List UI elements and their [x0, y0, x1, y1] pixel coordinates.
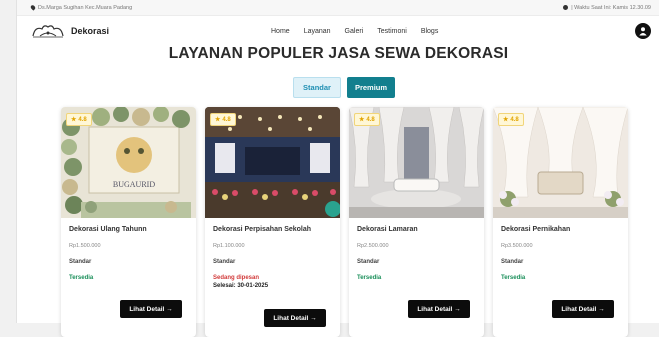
info-topbar: Ds.Marga Sugihan Kec.Muara Padang | Wakt…	[17, 0, 659, 16]
tab-standar[interactable]: Standar	[293, 77, 341, 98]
card-price: Rp3.500.000	[501, 243, 533, 249]
brand-name: Dekorasi	[71, 26, 110, 36]
page-frame: Ds.Marga Sugihan Kec.Muara Padang | Wakt…	[16, 0, 659, 337]
rating-value: 4.8	[222, 116, 231, 123]
location-info: Ds.Marga Sugihan Kec.Muara Padang	[29, 4, 133, 11]
user-icon	[639, 27, 647, 36]
rating-value: 4.8	[510, 116, 519, 123]
rating-badge: ★ 4.8	[498, 113, 524, 126]
brand-logo[interactable]: Dekorasi	[31, 23, 109, 39]
card-title: Dekorasi Lamaran	[357, 226, 418, 233]
time-text: | Waktu Saat Ini: Kamis 12.30.09	[571, 4, 651, 11]
rating-badge: ★ 4.8	[210, 113, 236, 126]
card-package-type: Standar	[501, 259, 524, 265]
package-tabs: Standar Premium	[293, 77, 395, 98]
service-image: ★ 4.8	[205, 107, 340, 218]
availability-status: Tersedia	[357, 275, 382, 281]
svg-text:BUGAURID: BUGAURID	[113, 180, 155, 189]
card-price: Rp1.100.000	[213, 243, 245, 249]
nav-testimoni[interactable]: Testimoni	[377, 28, 407, 35]
rating-badge: ★ 4.8	[66, 113, 92, 126]
card-package-type: Standar	[213, 259, 236, 265]
card-title: Dekorasi Perpisahan Sekolah	[213, 226, 312, 233]
card-package-type: Standar	[357, 259, 380, 265]
location-text: Ds.Marga Sugihan Kec.Muara Padang	[38, 4, 133, 11]
service-card[interactable]: ★ 4.8 Dekorasi Pernikahan Rp3.500.000 Sta…	[493, 107, 628, 337]
view-detail-button[interactable]: Lihat Detail →	[120, 300, 182, 318]
booking-end-date: Selesai: 30-01-2025	[213, 283, 269, 289]
card-price: Rp2.500.000	[357, 243, 389, 249]
time-info: | Waktu Saat Ini: Kamis 12.30.09	[563, 5, 651, 11]
map-pin-icon	[29, 4, 37, 11]
availability-status: Tersedia	[69, 275, 94, 281]
service-card[interactable]: ★ 4.8 Dekorasi Lamaran Rp2.500.000 Standa…	[349, 107, 484, 337]
nav-menu: Home Layanan Galeri Testimoni Blogs	[271, 16, 438, 46]
service-image: ★ 4.8	[493, 107, 628, 218]
rating-value: 4.8	[366, 116, 375, 123]
card-title: Dekorasi Ulang Tahunn	[69, 226, 147, 233]
main-navbar: Dekorasi Home Layanan Galeri Testimoni B…	[17, 16, 659, 46]
rating-value: 4.8	[78, 116, 87, 123]
section-title: LAYANAN POPULER JASA SEWA DEKORASI	[168, 45, 509, 62]
nav-galeri[interactable]: Galeri	[345, 28, 364, 35]
star-icon: ★	[215, 117, 221, 123]
dekorasi-logo-icon	[32, 25, 64, 38]
service-card[interactable]: BUGAURID ★ 4.8 Dekorasi Ulang Tahunn Rp1.…	[61, 107, 196, 337]
service-cards: BUGAURID ★ 4.8 Dekorasi Ulang Tahunn Rp1.…	[61, 107, 628, 337]
view-detail-button[interactable]: Lihat Detail →	[552, 300, 614, 318]
nav-home[interactable]: Home	[271, 28, 290, 35]
service-image: BUGAURID ★ 4.8	[61, 107, 196, 218]
card-package-type: Standar	[69, 259, 92, 265]
availability-status: Tersedia	[501, 275, 526, 281]
user-account-button[interactable]	[635, 23, 651, 39]
nav-layanan[interactable]: Layanan	[304, 28, 331, 35]
tab-premium[interactable]: Premium	[347, 77, 395, 98]
star-icon: ★	[71, 117, 77, 123]
rating-badge: ★ 4.8	[354, 113, 380, 126]
star-icon: ★	[503, 117, 509, 123]
clock-icon	[563, 5, 569, 10]
service-image: ★ 4.8	[349, 107, 484, 218]
service-card[interactable]: ★ 4.8 Dekorasi Perpisahan Sekolah Rp1.100…	[205, 107, 340, 337]
view-detail-button[interactable]: Lihat Detail →	[264, 309, 326, 327]
card-title: Dekorasi Pernikahan	[501, 226, 571, 233]
nav-blogs[interactable]: Blogs	[421, 28, 439, 35]
view-detail-button[interactable]: Lihat Detail →	[408, 300, 470, 318]
card-price: Rp1.500.000	[69, 243, 101, 249]
star-icon: ★	[359, 117, 365, 123]
availability-status: Sedang dipesan	[213, 275, 260, 281]
